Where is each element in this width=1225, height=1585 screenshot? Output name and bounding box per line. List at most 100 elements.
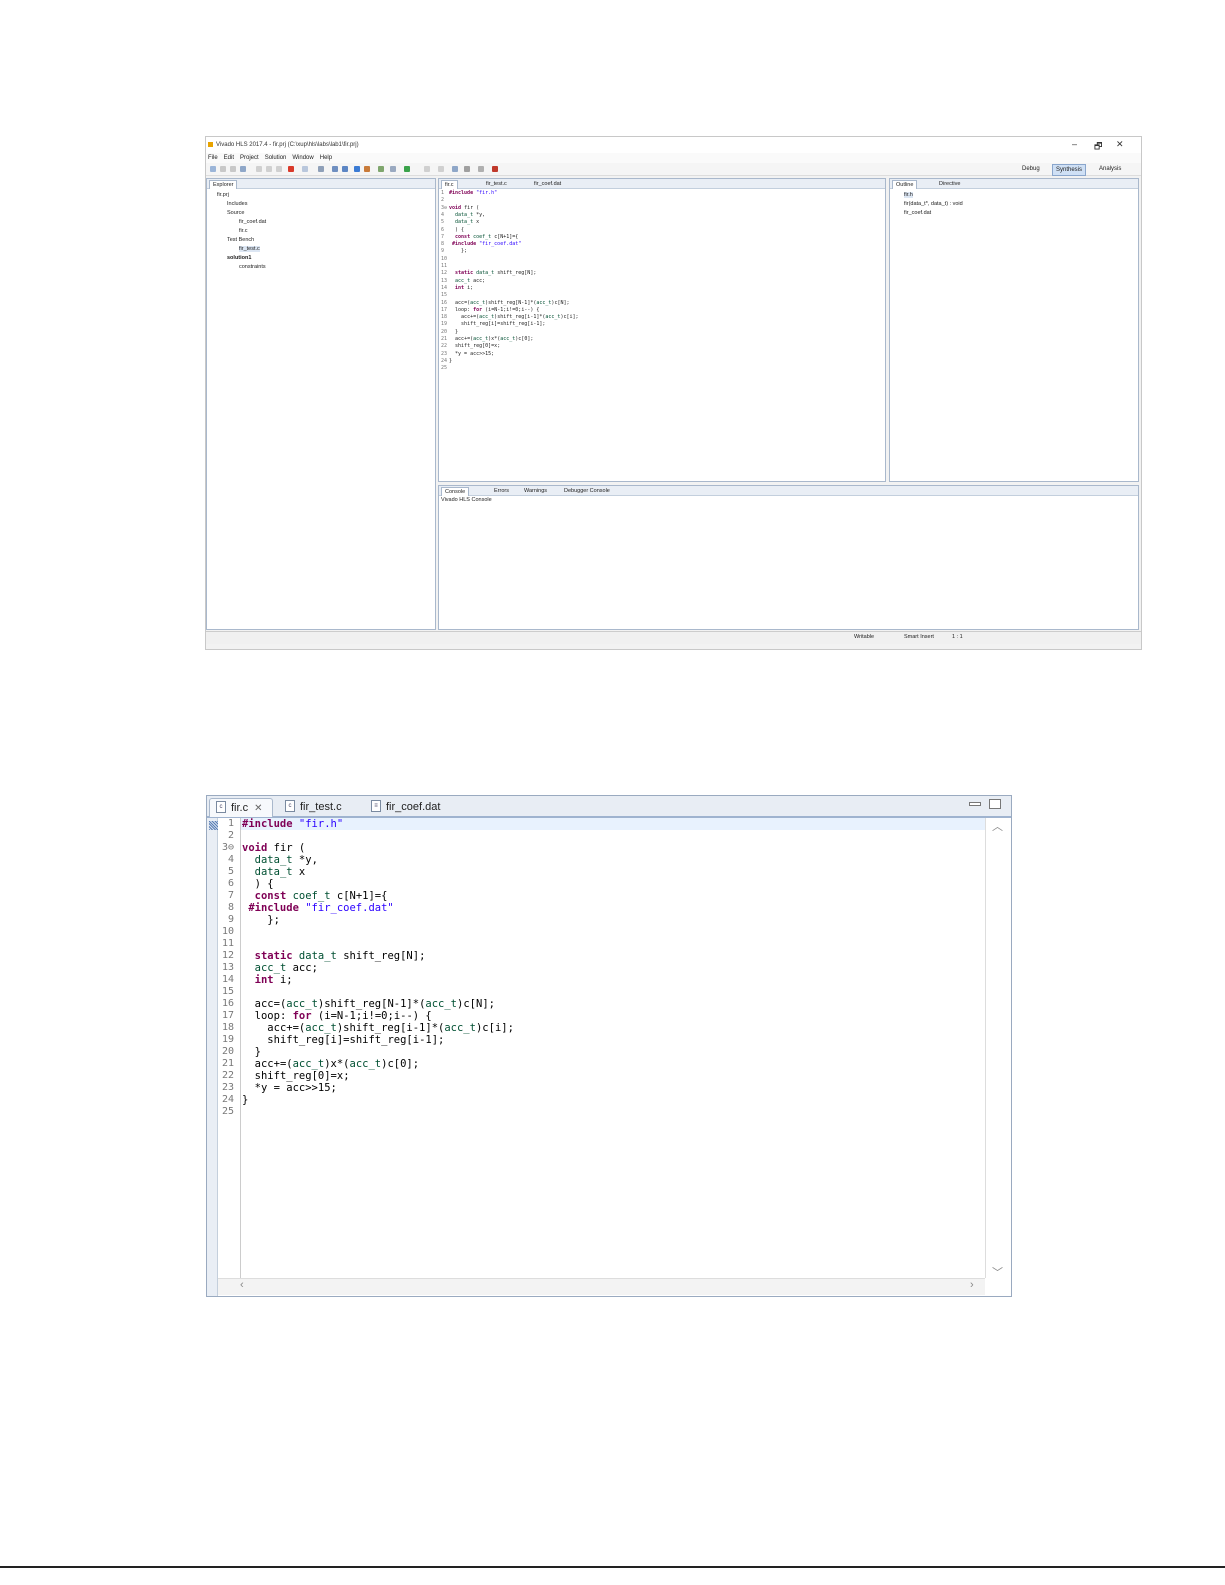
menu-help[interactable]: Help [320,153,332,163]
explorer-panel: Explorer fir.prj Includes Source fir_coe… [206,178,436,630]
status-bar: Writable Smart Insert 1 : 1 [206,631,1141,644]
line-number: 3⊖ [221,842,234,853]
outline-item-fir-function[interactable]: fir(data_t*, data_t) : void [904,201,963,207]
line-number: 9 [441,248,445,255]
code-line: acc+=(acc_t)shift_reg[i-1]*(acc_t)c[i]; [461,314,579,321]
code-line: #include "fir.h" [449,190,498,196]
tree-item-solution1[interactable]: solution1 [227,255,251,261]
run-icon[interactable] [404,166,410,172]
export-icon[interactable] [378,166,384,172]
code-line: int i; [455,284,474,291]
document-icon: ≡ [371,800,381,813]
line-number: 24 [221,1094,234,1105]
synthesis-icon[interactable] [354,166,360,172]
settings-icon[interactable] [318,166,324,172]
code-line: acc_t acc; [254,962,318,974]
code-line: } [449,328,459,335]
tab-explorer[interactable]: Explorer [209,180,238,189]
cosim-icon[interactable] [364,166,370,172]
line-number: 19 [441,321,448,328]
line-number: 2 [441,197,445,204]
editor-zoom: c fir.c ✕ c fir_test.c ≡ fir_coef.dat 1 2 3⊖ 4 5… [206,795,1012,1297]
minimize-icon[interactable] [969,802,981,806]
maximize-icon[interactable] [989,799,1001,809]
menu-window[interactable]: Window [292,153,313,163]
menu-solution[interactable]: Solution [265,153,287,163]
perspective-debug[interactable]: Debug [1019,164,1043,174]
tree-item-source[interactable]: Source [227,210,244,216]
paste-icon[interactable] [276,166,282,172]
page-bottom-rule [0,1566,1225,1568]
scroll-right-icon[interactable]: › [970,1279,974,1291]
compare-icon[interactable] [390,166,396,172]
line-number: 20 [441,328,448,335]
vertical-scrollbar[interactable]: ︿ ﹀ [985,818,1010,1280]
perspective-analysis[interactable]: Analysis [1096,164,1124,174]
open-report-icon[interactable] [452,166,458,172]
tab-errors[interactable]: Errors [491,487,512,495]
menu-project[interactable]: Project [240,153,259,163]
code-line: } [242,1094,249,1106]
status-cursor-position: 1 : 1 [952,634,963,640]
scroll-down-icon[interactable]: ﹀ [992,1264,1003,1280]
tab-fir-c[interactable]: c fir.c ✕ [209,798,273,817]
open-icon[interactable] [220,166,226,172]
outline-item-fir-coef-dat[interactable]: fir_coef.dat [904,210,931,216]
menu-edit[interactable]: Edit [224,153,234,163]
outline-panel: Outline Directive fir.h fir(data_t*, dat… [889,178,1139,482]
close-button[interactable]: ✕ [1116,139,1124,150]
line-number: 25 [221,1106,234,1117]
tab-fir-c-small[interactable]: fir.c [441,180,458,189]
tab-directive[interactable]: Directive [936,180,963,188]
tab-fir-coef-dat[interactable]: ≡ fir_coef.dat [365,798,457,816]
perspective-synthesis[interactable]: Synthesis [1052,164,1087,176]
code-line: acc=(acc_t)shift_reg[N-1]*(acc_t)c[N]; [455,299,570,306]
tab-warnings[interactable]: Warnings [521,487,550,495]
close-icon[interactable]: ✕ [254,803,262,814]
tree-item-fir-test-c[interactable]: fir_test.c [239,246,260,252]
tree-item-fir-prj[interactable]: fir.prj [217,192,229,198]
save-icon[interactable] [230,166,236,172]
line-number: 11 [221,938,234,949]
stop-icon[interactable] [492,166,498,172]
line-number: 19 [221,1034,234,1045]
delete-icon[interactable] [288,166,294,172]
print-icon[interactable] [302,166,308,172]
code-line: #include "fir.h" [242,818,344,830]
line-number: 4 [441,211,445,218]
line-number: 7 [441,233,445,240]
cut-icon[interactable] [256,166,262,172]
title-bar: Vivado HLS 2017.4 - fir.prj (C:\xup\hls\… [206,137,1141,153]
tree-item-includes[interactable]: Includes [227,201,248,207]
horizontal-scrollbar[interactable]: ‹ › [218,1278,985,1295]
line-number: 12 [221,950,234,961]
outline-item-fir-h[interactable]: fir.h [904,192,913,198]
tool-icon[interactable] [478,166,484,172]
code-line: loop: for (i=N-1;i!=0;i--) { [455,306,540,313]
project-settings-icon[interactable] [332,166,338,172]
tab-console[interactable]: Console [441,487,470,496]
tree-item-fir-coef-dat[interactable]: fir_coef.dat [239,219,266,225]
minimize-button[interactable]: – [1072,139,1077,149]
analysis-icon[interactable] [438,166,444,172]
save-all-icon[interactable] [240,166,246,172]
tab-fir-coef-dat-small[interactable]: fir_coef.dat [531,180,564,188]
copy-icon[interactable] [266,166,272,172]
wave-icon[interactable] [464,166,470,172]
scroll-left-icon[interactable]: ‹ [240,1279,244,1291]
scroll-up-icon[interactable]: ︿ [992,818,1003,834]
debug-icon[interactable] [424,166,430,172]
code-line: acc_t acc; [455,277,486,284]
line-number: 14 [221,974,234,985]
tree-item-test-bench[interactable]: Test Bench [227,237,254,243]
tab-debugger-console[interactable]: Debugger Console [561,487,613,495]
tab-outline[interactable]: Outline [892,180,918,189]
tab-fir-test-c-small[interactable]: fir_test.c [483,180,510,188]
tab-fir-test-c[interactable]: c fir_test.c [279,798,359,816]
tree-item-constraints[interactable]: constraints [239,264,266,270]
new-solution-icon[interactable] [342,166,348,172]
new-icon[interactable] [210,166,216,172]
line-number: 15 [221,986,234,997]
tree-item-fir-c[interactable]: fir.c [239,228,248,234]
menu-file[interactable]: File [208,153,218,163]
